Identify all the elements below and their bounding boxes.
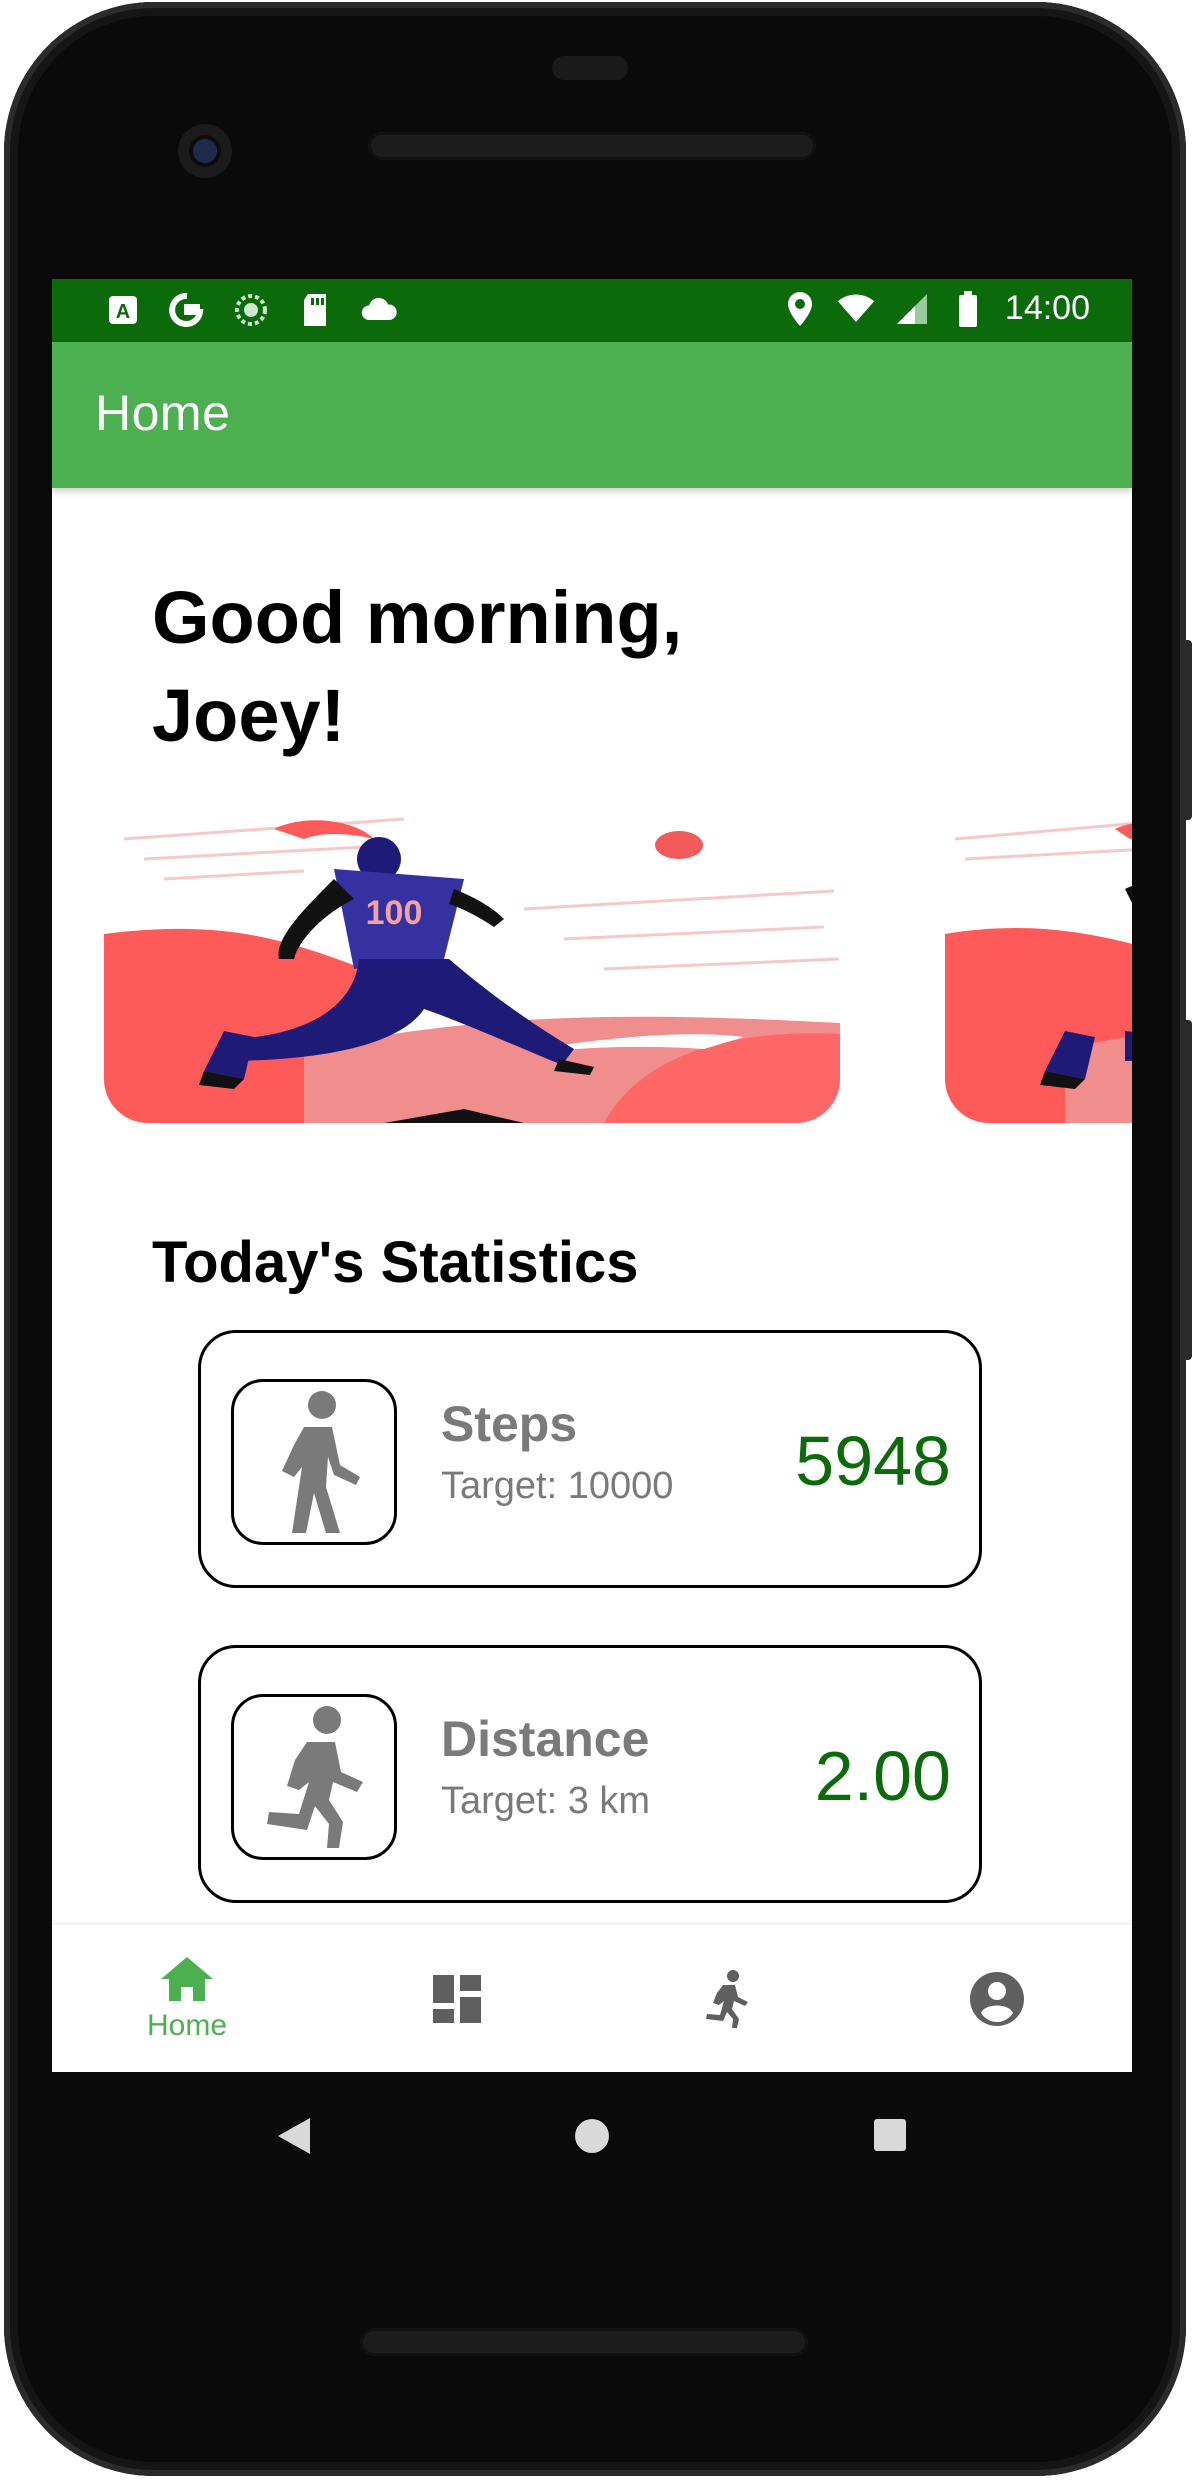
steps-card[interactable]: Steps Target: 10000 5948 xyxy=(198,1330,982,1588)
walk-icon xyxy=(282,1391,360,1533)
app-bar: Home xyxy=(52,342,1132,488)
dashboard-icon xyxy=(433,1974,481,2023)
a-icon: A xyxy=(104,291,142,329)
runner-illustration-partial xyxy=(945,809,1132,1123)
system-navigation-bar xyxy=(52,2072,1132,2202)
recents-button[interactable] xyxy=(873,2118,907,2152)
bottom-speaker xyxy=(360,2328,808,2356)
runner-illustration: 100 xyxy=(104,809,840,1123)
signal-icon xyxy=(893,290,931,328)
power-button xyxy=(1182,640,1192,820)
run-icon xyxy=(706,1969,748,2028)
status-time: 14:00 xyxy=(1004,289,1090,327)
status-icons-right: 14:00 xyxy=(781,289,1090,328)
distance-target: Target: 3 km xyxy=(441,1780,651,1822)
phone-frame: A 14:00 Home Good morning, Joey! 100 Tod… xyxy=(0,0,1194,2480)
nav-dashboard[interactable] xyxy=(322,1925,592,2072)
home-icon xyxy=(161,1956,213,2001)
statistics-heading: Today's Statistics xyxy=(152,1230,639,1295)
svg-text:A: A xyxy=(116,301,130,323)
bottom-navigation: Home xyxy=(52,1925,1132,2072)
cloud-icon xyxy=(360,291,398,329)
run-icon xyxy=(267,1706,363,1848)
home-button[interactable] xyxy=(573,2117,611,2155)
status-icons-left: A xyxy=(104,291,398,329)
greeting-text: Good morning, Joey! xyxy=(152,576,683,757)
nav-home-label: Home xyxy=(146,2008,228,2042)
steps-target: Target: 10000 xyxy=(441,1465,674,1507)
distance-value: 2.00 xyxy=(814,1737,951,1815)
sensor-slot xyxy=(552,56,628,80)
banner-slide-2[interactable] xyxy=(945,809,1132,1123)
location-icon xyxy=(781,290,819,328)
distance-label: Distance xyxy=(441,1711,650,1767)
top-speaker xyxy=(368,132,816,160)
distance-icon-box xyxy=(231,1694,397,1860)
volume-button xyxy=(1182,1020,1192,1360)
distance-card[interactable]: Distance Target: 3 km 2.00 xyxy=(198,1645,982,1903)
wifi-icon xyxy=(837,290,875,328)
back-button[interactable] xyxy=(276,2116,312,2156)
banner-slide-1[interactable]: 100 xyxy=(104,809,840,1123)
sync-icon xyxy=(232,291,270,329)
status-bar: A 14:00 xyxy=(52,279,1132,342)
front-camera xyxy=(178,124,232,178)
page-title: Home xyxy=(95,385,231,441)
screen: A 14:00 Home Good morning, Joey! 100 Tod… xyxy=(52,279,1132,2072)
nav-profile[interactable] xyxy=(862,1925,1132,2072)
nav-home[interactable]: Home xyxy=(52,1925,322,2072)
steps-value: 5948 xyxy=(795,1422,951,1500)
jersey-number: 100 xyxy=(366,894,423,932)
sd-card-icon xyxy=(296,291,334,329)
account-icon xyxy=(970,1971,1024,2026)
google-icon xyxy=(168,291,206,329)
steps-icon-box xyxy=(231,1379,397,1545)
nav-activity[interactable] xyxy=(592,1925,862,2072)
steps-label: Steps xyxy=(441,1396,578,1452)
battery-icon xyxy=(949,290,987,328)
